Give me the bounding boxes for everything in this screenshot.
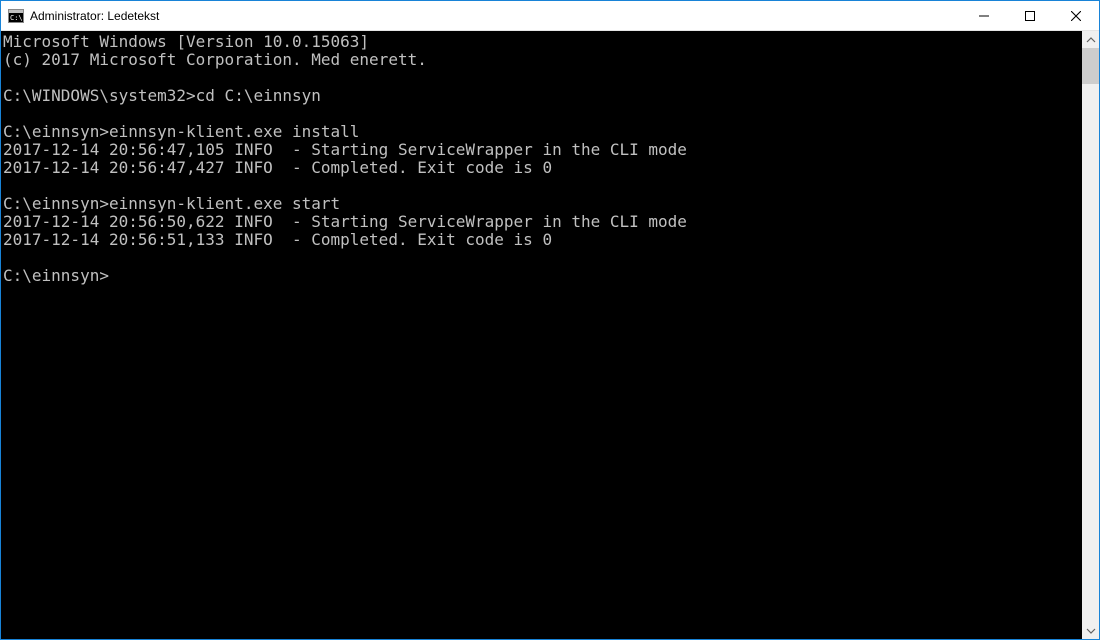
maximize-button[interactable] (1007, 1, 1053, 31)
close-button[interactable] (1053, 1, 1099, 31)
chevron-down-icon (1086, 626, 1096, 636)
client-area: Microsoft Windows [Version 10.0.15063](c… (1, 31, 1099, 639)
terminal-line: C:\einnsyn>einnsyn-klient.exe start (3, 195, 1080, 213)
terminal-line (3, 249, 1080, 267)
terminal-line: (c) 2017 Microsoft Corporation. Med ener… (3, 51, 1080, 69)
chevron-up-icon (1086, 35, 1096, 45)
svg-text:C:\: C:\ (10, 14, 23, 22)
terminal-line: C:\einnsyn>einnsyn-klient.exe install (3, 123, 1080, 141)
terminal-line: C:\einnsyn> (3, 267, 1080, 285)
scrollbar-track[interactable] (1082, 48, 1099, 622)
scroll-up-button[interactable] (1082, 31, 1099, 48)
terminal-line (3, 177, 1080, 195)
maximize-icon (1025, 11, 1035, 21)
terminal-line: 2017-12-14 20:56:50,622 INFO - Starting … (3, 213, 1080, 231)
terminal-line (3, 105, 1080, 123)
command-prompt-icon: C:\ (8, 8, 24, 24)
terminal-line: C:\WINDOWS\system32>cd C:\einnsyn (3, 87, 1080, 105)
terminal-line: 2017-12-14 20:56:47,427 INFO - Completed… (3, 159, 1080, 177)
scroll-down-button[interactable] (1082, 622, 1099, 639)
minimize-icon (979, 11, 989, 21)
terminal-line: 2017-12-14 20:56:51,133 INFO - Completed… (3, 231, 1080, 249)
terminal-line: Microsoft Windows [Version 10.0.15063] (3, 33, 1080, 51)
minimize-button[interactable] (961, 1, 1007, 31)
terminal-line: 2017-12-14 20:56:47,105 INFO - Starting … (3, 141, 1080, 159)
window-controls (961, 1, 1099, 30)
command-prompt-window: C:\ Administrator: Ledetekst Micro (0, 0, 1100, 640)
terminal-output[interactable]: Microsoft Windows [Version 10.0.15063](c… (1, 31, 1082, 639)
close-icon (1071, 11, 1081, 21)
terminal-line (3, 69, 1080, 87)
titlebar[interactable]: C:\ Administrator: Ledetekst (1, 1, 1099, 31)
scrollbar-thumb[interactable] (1082, 48, 1099, 84)
vertical-scrollbar[interactable] (1082, 31, 1099, 639)
window-title: Administrator: Ledetekst (30, 1, 961, 31)
